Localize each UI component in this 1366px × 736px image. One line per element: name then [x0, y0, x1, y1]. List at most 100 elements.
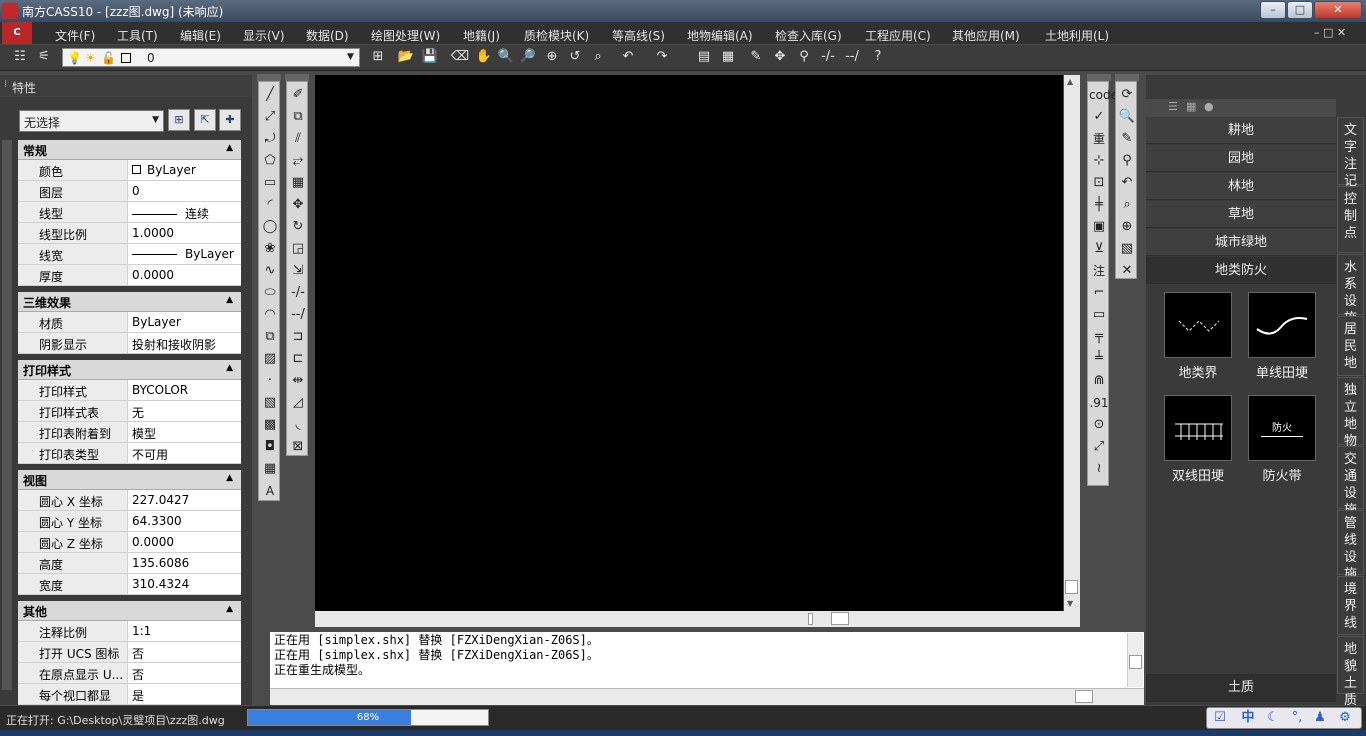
- save-icon[interactable]: 💾: [420, 47, 440, 67]
- layer-dropdown[interactable]: 💡 ☀ 🔓 0 ▼: [62, 48, 360, 67]
- zoom-dynamic-icon[interactable]: ⊕: [542, 47, 562, 67]
- category-item[interactable]: 城市绿地: [1146, 229, 1336, 256]
- step-icon[interactable]: ⌐: [1089, 283, 1109, 303]
- text-icon[interactable]: A: [260, 481, 280, 501]
- property-value[interactable]: 0.0000: [129, 532, 241, 552]
- menu-item[interactable]: 土地利用(L): [1045, 27, 1109, 44]
- open-icon[interactable]: 📂: [396, 47, 416, 67]
- quick-select-icon[interactable]: ⊞: [168, 109, 190, 131]
- ellipse-arc-icon[interactable]: ◠: [260, 305, 280, 325]
- pickadd-toggle-icon[interactable]: ✚: [219, 109, 241, 131]
- move-icon[interactable]: ✥: [770, 47, 790, 67]
- category-soil[interactable]: 土质: [1146, 674, 1336, 702]
- layer-manager-icon[interactable]: ☷: [10, 47, 30, 67]
- elevation-icon[interactable]: .91: [1089, 393, 1109, 413]
- property-row[interactable]: 圆心 Z 坐标 0.0000: [18, 532, 241, 553]
- property-row[interactable]: 图层 0: [18, 181, 241, 202]
- command-history[interactable]: 正在用 [simplex.shx] 替换 [FZXiDengXian-Z06S]…: [270, 632, 1144, 688]
- spline-icon[interactable]: ∿: [260, 261, 280, 281]
- scroll-split-handle[interactable]: [808, 613, 813, 625]
- side-tab[interactable]: 水系设施: [1337, 254, 1364, 326]
- property-row[interactable]: 打开 UCS 图标否: [18, 642, 241, 663]
- zoom-realtime-icon[interactable]: ⊕: [1117, 217, 1137, 237]
- side-tab[interactable]: 境界线: [1337, 576, 1364, 635]
- level-icon[interactable]: ⊻: [1089, 239, 1109, 259]
- property-row[interactable]: 圆心 X 坐标 227.0427: [18, 490, 241, 511]
- modify-toolbar-grip[interactable]: [285, 74, 309, 81]
- control-point-icon[interactable]: ⊙: [1089, 415, 1109, 435]
- design-center-icon[interactable]: ▦: [718, 47, 738, 67]
- property-value[interactable]: 模型: [129, 422, 241, 442]
- layer-state-icon[interactable]: ⚟: [34, 47, 54, 67]
- command-scrollbar[interactable]: [1127, 633, 1143, 687]
- pin-icon[interactable]: ●: [1204, 100, 1214, 113]
- property-row[interactable]: 阴影显示 投射和接收阴影: [18, 333, 241, 354]
- category-item[interactable]: 林地: [1146, 173, 1336, 200]
- drawing-canvas[interactable]: [315, 75, 1063, 611]
- settings-icon[interactable]: ⚙: [1336, 709, 1354, 727]
- erase-icon[interactable]: ⌫: [450, 47, 470, 67]
- menu-item[interactable]: 质检模块(K): [524, 27, 589, 44]
- doc-window-controls[interactable]: – □ ✕: [1314, 26, 1362, 39]
- menu-item[interactable]: 编辑(E): [180, 27, 221, 44]
- property-value[interactable]: 1:1: [129, 621, 241, 641]
- section-header[interactable]: 其他 ▲: [18, 601, 241, 621]
- category-item[interactable]: 耕地: [1146, 117, 1336, 144]
- scale-icon[interactable]: ◲: [288, 239, 308, 259]
- pan-icon[interactable]: ✋: [474, 47, 494, 67]
- wall-icon[interactable]: ╤: [1089, 327, 1109, 347]
- point-icon[interactable]: ·: [260, 371, 280, 391]
- check-icon[interactable]: ✓: [1089, 107, 1109, 127]
- menu-item[interactable]: 文件(F): [55, 27, 95, 44]
- layer-tools-icon[interactable]: ⊞: [368, 47, 388, 67]
- collapse-icon[interactable]: ▲: [226, 473, 233, 483]
- user-icon[interactable]: ♟: [1311, 709, 1329, 727]
- menu-item[interactable]: 绘图处理(W): [371, 27, 440, 44]
- zoom-window-icon[interactable]: 🔎: [518, 47, 538, 67]
- side-tab[interactable]: 居民地: [1337, 316, 1364, 376]
- property-value[interactable]: 1.0000: [129, 223, 241, 243]
- rail-icon[interactable]: ╧: [1089, 349, 1109, 369]
- scroll-thumb[interactable]: [831, 612, 849, 625]
- rectangle-icon[interactable]: ▭: [260, 173, 280, 193]
- menu-item[interactable]: 数据(D): [306, 27, 349, 44]
- section-header[interactable]: 常规 ▲: [18, 140, 241, 160]
- app-icon[interactable]: [2, 3, 18, 19]
- view-toolbar-grip[interactable]: [1115, 74, 1139, 81]
- annotate-icon[interactable]: 注: [1089, 261, 1109, 281]
- mirror-icon[interactable]: ⫽: [288, 129, 308, 149]
- menu-item[interactable]: 工具(T): [117, 27, 158, 44]
- zoom-extents-icon[interactable]: ⌕: [588, 47, 608, 67]
- zoom-window-icon[interactable]: ⌕: [1117, 195, 1137, 215]
- property-value[interactable]: 310.4324: [129, 574, 241, 594]
- bridge-icon[interactable]: ⋒: [1089, 371, 1109, 391]
- side-tab[interactable]: 交通设施: [1337, 446, 1364, 518]
- insert-block-icon[interactable]: ⧉: [260, 327, 280, 347]
- side-tab[interactable]: 文字注记: [1337, 117, 1364, 189]
- pencil-icon[interactable]: ✎: [1117, 129, 1137, 149]
- property-value[interactable]: 否: [129, 642, 241, 662]
- side-tab[interactable]: 控制点: [1337, 186, 1364, 253]
- arc-icon[interactable]: ◜: [260, 195, 280, 215]
- collapse-icon[interactable]: ▲: [226, 295, 233, 305]
- section-header[interactable]: 打印样式 ▲: [18, 360, 241, 380]
- slope-icon[interactable]: ⤢: [1089, 437, 1109, 457]
- array-icon[interactable]: ▦: [288, 173, 308, 193]
- property-value[interactable]: BYCOLOR: [129, 380, 241, 400]
- delete-icon[interactable]: ✕: [1117, 261, 1137, 281]
- collapse-icon[interactable]: ▲: [226, 604, 233, 614]
- fence-icon[interactable]: ╪: [1089, 195, 1109, 215]
- hatch-icon[interactable]: ▧: [260, 393, 280, 413]
- side-tab[interactable]: 地貌土质: [1337, 636, 1364, 708]
- moon-icon[interactable]: ☾: [1264, 709, 1282, 727]
- construction-line-icon[interactable]: ⤢: [260, 107, 280, 127]
- property-row[interactable]: 线型比例 1.0000: [18, 223, 241, 244]
- category-item[interactable]: 草地: [1146, 201, 1336, 228]
- join-icon[interactable]: ⇹: [288, 371, 308, 391]
- side-tab[interactable]: 管线设施: [1337, 510, 1364, 582]
- selection-dropdown[interactable]: 无选择 ▼: [19, 110, 164, 132]
- revcloud-icon[interactable]: ❀: [260, 239, 280, 259]
- property-row[interactable]: 圆心 Y 坐标 64.3300: [18, 511, 241, 532]
- scroll-thumb[interactable]: [1065, 580, 1078, 594]
- canvas-vertical-scrollbar[interactable]: ▲ ▼: [1064, 75, 1080, 611]
